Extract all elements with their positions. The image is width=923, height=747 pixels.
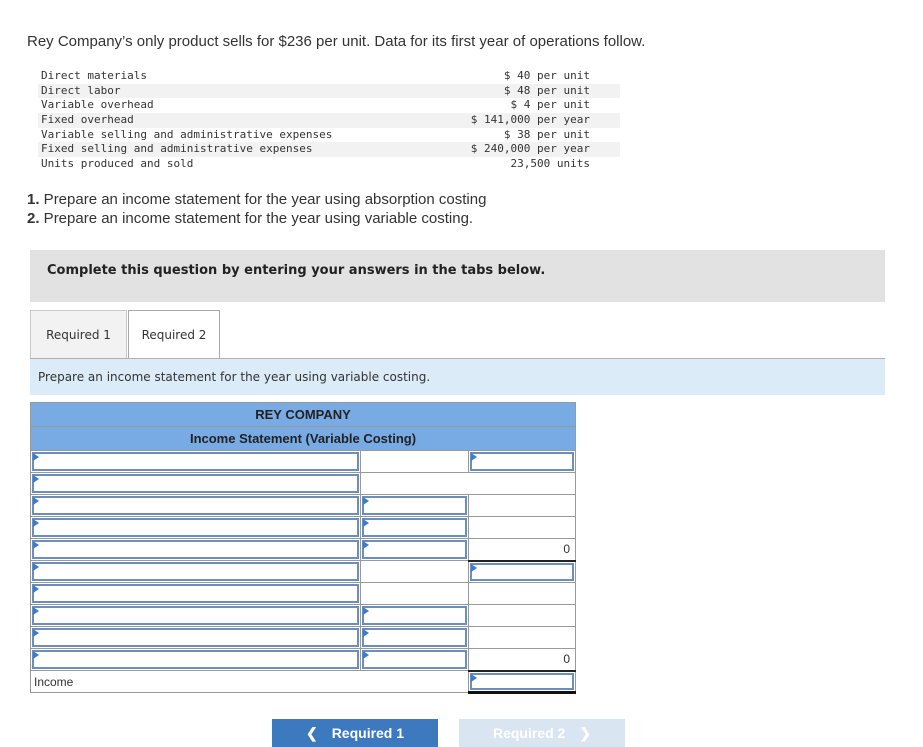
next-required-2-button[interactable]: Required 2 ❯ (459, 719, 625, 747)
amount-cell (360, 560, 469, 583)
given-data-table: Direct materials $ 40 per unit Direct lab… (38, 69, 620, 172)
total-input[interactable] (470, 562, 575, 581)
header-row: REY COMPANY (29, 402, 577, 427)
computed-total: 0 (467, 648, 577, 672)
statement-title: Income Statement (Variable Costing) (29, 426, 577, 451)
amount-input[interactable] (362, 650, 467, 669)
total-cell (467, 604, 577, 627)
amount-cell (360, 582, 469, 605)
requirement-1: 1. Prepare an income statement for the y… (27, 190, 486, 209)
requirements-list: 1. Prepare an income statement for the y… (27, 190, 486, 228)
given-label: Variable overhead (41, 98, 154, 112)
given-label: Direct materials (41, 69, 147, 82)
instructions-banner: Complete this question by entering your … (30, 250, 885, 302)
given-row: Fixed selling and administrative expense… (38, 142, 620, 158)
income-row: Income (30, 670, 577, 694)
given-row: Units produced and sold 23,500 units (38, 157, 620, 172)
given-label: Fixed overhead (41, 113, 134, 127)
amount-input[interactable] (362, 518, 467, 537)
line-item-label-input[interactable] (32, 584, 359, 603)
given-row: Direct materials $ 40 per unit (38, 69, 620, 84)
given-row: Variable overhead $ 4 per unit (38, 98, 620, 113)
amount-input[interactable] (362, 628, 467, 647)
total-cell (467, 494, 577, 517)
tab-required-1[interactable]: Required 1 (30, 310, 127, 358)
statement-row (30, 560, 577, 583)
line-item-label-input[interactable] (32, 562, 359, 581)
banner-text: Complete this question by entering your … (47, 263, 546, 278)
line-item-label-input[interactable] (32, 650, 359, 669)
header-row: Income Statement (Variable Costing) (29, 426, 577, 451)
income-label: Income (30, 670, 469, 693)
chevron-right-icon: ❯ (579, 724, 592, 741)
next-button-label: Required 2 (492, 725, 566, 741)
total-input[interactable] (470, 452, 575, 471)
given-label: Direct labor (41, 83, 121, 97)
line-item-label-input[interactable] (32, 628, 359, 647)
statement-row (30, 450, 577, 473)
amount-cell (360, 450, 469, 473)
given-value: $ 240,000 per year (470, 142, 590, 156)
given-label: Variable selling and administrative expe… (41, 127, 333, 141)
income-statement-table: REY COMPANY Income Statement (Variable C… (29, 402, 577, 694)
statement-row (30, 472, 577, 495)
total-cell (467, 516, 577, 539)
requirement-number: 1. (27, 191, 40, 208)
problem-intro: Rey Company’s only product sells for $23… (27, 33, 646, 50)
statement-row (30, 582, 577, 605)
prev-button-label: Required 1 (331, 725, 405, 741)
given-value: $ 40 per unit (503, 69, 590, 82)
requirement-text: Prepare an income statement for the year… (39, 191, 487, 208)
income-input[interactable] (470, 672, 575, 690)
given-value: 23,500 units (510, 157, 590, 171)
given-label: Fixed selling and administrative expense… (41, 142, 313, 156)
requirement-2: 2. Prepare an income statement for the y… (27, 209, 486, 228)
line-item-label-input[interactable] (32, 606, 359, 625)
tab-required-2[interactable]: Required 2 (128, 310, 220, 358)
total-cell (467, 626, 577, 649)
computed-total: 0 (467, 538, 577, 562)
requirement-text: Prepare an income statement for the year… (39, 210, 474, 227)
amount-input[interactable] (362, 496, 467, 515)
given-row: Variable selling and administrative expe… (38, 128, 620, 143)
total-cell (467, 582, 577, 605)
line-item-label-input[interactable] (32, 452, 359, 471)
statement-row (30, 494, 577, 517)
given-row: Direct labor $ 48 per unit (38, 83, 620, 99)
given-value: $ 38 per unit (503, 127, 590, 141)
requirement-number: 2. (27, 210, 40, 227)
line-item-label-input[interactable] (32, 540, 359, 559)
given-label: Units produced and sold (41, 157, 194, 171)
line-item-label-input[interactable] (32, 518, 359, 537)
company-name: REY COMPANY (29, 402, 577, 427)
statement-row (30, 604, 577, 627)
statement-row: 0 (30, 538, 577, 562)
statement-row (30, 516, 577, 539)
given-value: $ 4 per unit (510, 98, 590, 112)
given-row: Fixed overhead $ 141,000 per year (38, 113, 620, 128)
given-value: $ 48 per unit (503, 83, 590, 97)
instruction-text: Prepare an income statement for the year… (38, 370, 431, 384)
prev-required-1-button[interactable]: ❮ Required 1 (272, 719, 438, 747)
tab-instruction: Prepare an income statement for the year… (30, 359, 885, 395)
line-item-label-input[interactable] (32, 474, 359, 493)
amount-input[interactable] (362, 606, 467, 625)
chevron-left-icon: ❮ (305, 724, 318, 741)
line-item-label-input[interactable] (32, 496, 359, 515)
given-value: $ 141,000 per year (470, 113, 590, 127)
statement-row (30, 626, 577, 649)
statement-row: 0 (30, 648, 577, 672)
amount-cell (359, 472, 577, 495)
amount-input[interactable] (362, 540, 467, 559)
